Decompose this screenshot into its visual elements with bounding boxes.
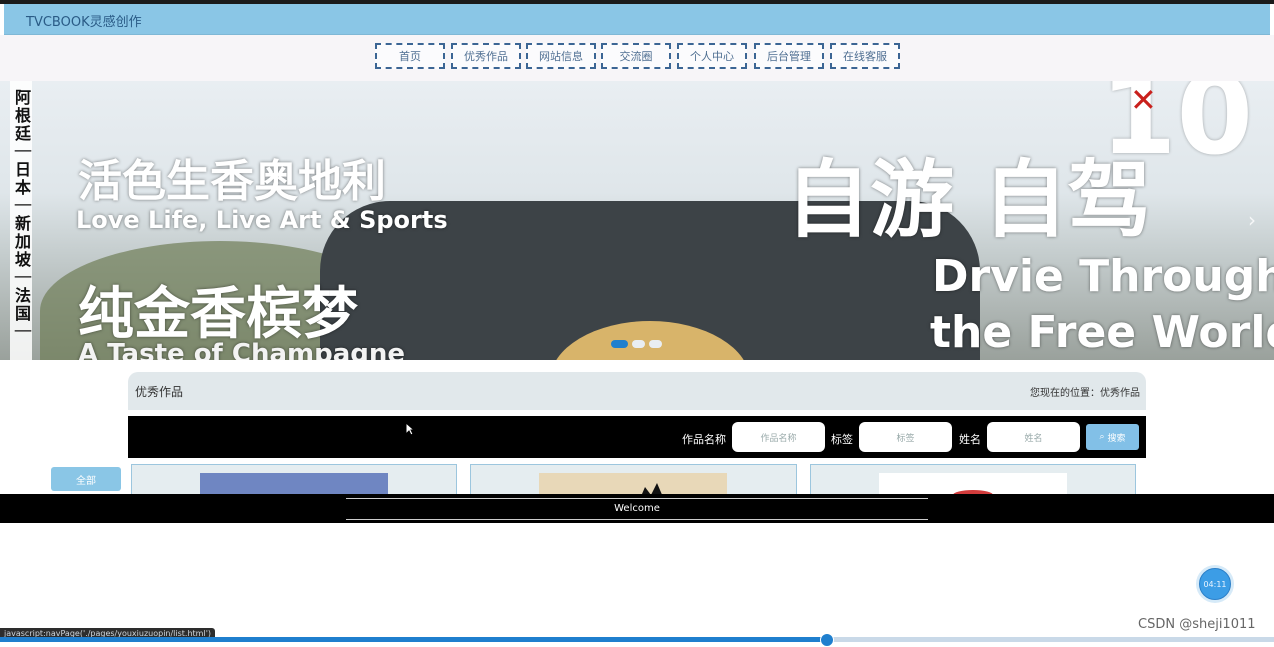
search-button-label: 搜索 [1107, 433, 1126, 444]
footer-text: Welcome [614, 503, 660, 514]
section-title: 优秀作品 [135, 385, 184, 399]
nav-item-support[interactable]: 在线客服 [830, 43, 900, 69]
work-card[interactable] [470, 464, 797, 495]
work-thumbnail [879, 473, 1067, 494]
work-thumbnail [539, 473, 727, 494]
field-label-name: 姓名 [959, 433, 981, 446]
carousel-next-icon[interactable]: › [1248, 208, 1256, 232]
video-progress-handle[interactable] [820, 633, 834, 647]
search-icon: ⌕ [1099, 432, 1105, 442]
work-card[interactable] [810, 464, 1136, 495]
section-header: 优秀作品 您现在的位置：优秀作品 [128, 372, 1146, 410]
banner-right-en-1: Drvie Through [932, 251, 1274, 302]
name-input[interactable]: 姓名 [987, 422, 1080, 452]
carousel-dot[interactable] [611, 340, 628, 348]
csdn-watermark: CSDN @sheji1011 [1138, 617, 1256, 632]
video-progress-bar[interactable] [0, 633, 1274, 647]
carousel-dot[interactable] [632, 340, 645, 348]
nav-item-admin[interactable]: 后台管理 [754, 43, 824, 69]
work-thumbnail [200, 473, 388, 494]
search-button[interactable]: ⌕ 搜索 [1086, 424, 1139, 450]
banner-line-4: A Taste of Champagne [78, 339, 406, 360]
banner-carousel[interactable]: 阿根廷｜日本｜新加坡｜法国｜ 活色生香奥地利 Love Life, Live A… [0, 81, 1274, 360]
banner-right-en-2: the Free World [930, 307, 1274, 358]
banner-line-1: 活色生香奥地利 [78, 156, 386, 207]
carousel-dot[interactable] [649, 340, 662, 348]
banner-right-cn: 自游 自驾 [786, 151, 1152, 249]
nav-item-home[interactable]: 首页 [375, 43, 445, 69]
tag-input[interactable]: 标签 [859, 422, 952, 452]
video-timer-badge[interactable]: 04:11 [1199, 568, 1231, 600]
footer-divider [346, 498, 928, 499]
nav-item-site-info[interactable]: 网站信息 [526, 43, 596, 69]
breadcrumb: 您现在的位置：优秀作品 [1030, 388, 1140, 399]
main-nav: 首页 优秀作品 网站信息 交流圈 个人中心 后台管理 在线客服 [0, 35, 1274, 81]
work-name-input[interactable]: 作品名称 [732, 422, 825, 452]
video-progress-fill [0, 637, 826, 642]
nav-item-profile[interactable]: 个人中心 [677, 43, 747, 69]
banner-line-3: 纯金香槟梦 [78, 282, 358, 347]
field-label-work-name: 作品名称 [682, 433, 726, 446]
nav-item-forum[interactable]: 交流圈 [601, 43, 671, 69]
banner-red-mark: ✕ [1130, 81, 1157, 119]
banner-line-2: Love Life, Live Art & Sports [76, 206, 448, 234]
banner-vertical-text: 阿根廷｜日本｜新加坡｜法国｜ [12, 89, 31, 341]
filter-all-button[interactable]: 全部 [51, 467, 121, 491]
search-bar: 作品名称 作品名称 标签 标签 姓名 姓名 ⌕ 搜索 [128, 416, 1146, 458]
site-footer: Welcome [0, 494, 1274, 523]
field-label-tag: 标签 [831, 433, 853, 446]
site-header: TVCBOOK灵感创作 [4, 4, 1270, 35]
work-card[interactable] [131, 464, 457, 495]
nav-item-works[interactable]: 优秀作品 [451, 43, 521, 69]
carousel-indicators [611, 340, 663, 348]
footer-divider [346, 519, 928, 520]
site-title[interactable]: TVCBOOK灵感创作 [26, 11, 142, 30]
